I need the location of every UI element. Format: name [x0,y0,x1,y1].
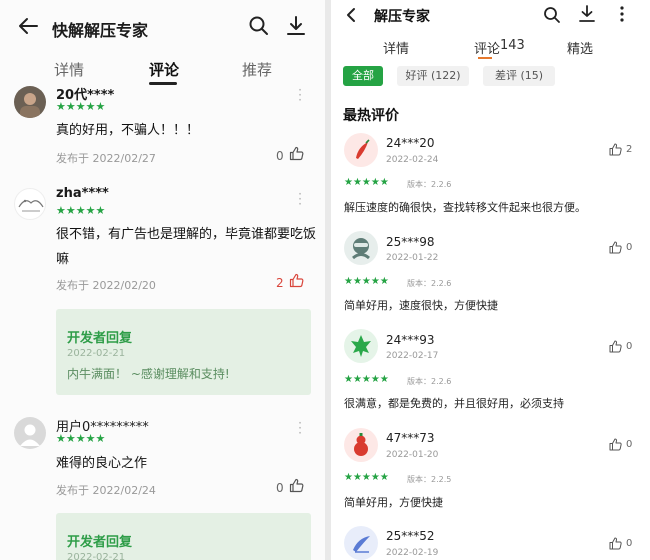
review-date: 2022-02-24 [386,155,439,165]
app-version: 版本：2.2.6 [407,180,452,189]
review-text: 很不错，有广告也是理解的，毕竟谁都要吃饭嘛 [56,227,317,267]
download-icon[interactable] [578,4,596,24]
tab-comments[interactable]: 评论 [149,59,179,80]
tab-featured[interactable]: 精选 [567,38,593,57]
search-icon[interactable] [543,6,561,24]
app-version: 版本：2.2.6 [407,279,452,288]
right-screen: 解压专家 详情 评论143 精选 全部 好评 (122) 差评 (15) 最热评… [331,0,650,560]
more-options-icon[interactable]: · · · [297,417,303,439]
developer-reply-title: 开发者回复 [67,535,133,550]
developer-reply-date: 2022-02-21 [67,552,126,560]
review-username: zha**** [56,186,109,201]
rating-stars: ★★★★★ [344,472,389,483]
avatar[interactable] [344,231,378,265]
like-count: 2 [276,276,284,290]
review-date: 2022-02-19 [386,548,439,558]
avatar[interactable] [14,188,46,220]
top-bar: 快解解压专家 [0,0,325,54]
review-username: 47***73 [386,431,435,445]
more-options-icon[interactable] [619,5,625,23]
download-icon[interactable] [286,15,306,37]
developer-reply-date: 2022-02-21 [67,348,126,359]
like-count: 0 [276,481,284,495]
avatar[interactable] [344,133,378,167]
like-count: 0 [276,149,284,163]
app-version: 版本：2.2.5 [407,475,452,484]
review-username: 24***93 [386,333,435,347]
like-count: 2 [626,144,633,155]
like-count: 0 [626,538,633,549]
rating-stars: ★★★★★ [56,100,106,113]
thumbs-up-icon[interactable] [609,537,622,550]
review-item: zha**** ★★★★★ 很不错，有广告也是理解的，毕竟谁都要吃饭嘛 发布于 … [0,186,325,296]
review-username: 25***98 [386,235,435,249]
review-text: 简单好用，方便快捷 [344,496,443,509]
app-version: 版本：2.2.6 [407,377,452,386]
developer-reply-text: 内牛满面！ ~感谢理解和支持! [67,367,230,381]
more-options-icon[interactable]: · · · [297,84,303,106]
filter-all[interactable]: 全部 [343,66,383,86]
review-item: 20代**** ★★★★★ 真的好用，不骗人！！！ 发布于 2022/02/27… [0,84,325,174]
review-date: 发布于 2022/02/27 [56,152,156,165]
back-arrow-icon[interactable] [345,7,357,23]
review-date: 2022-01-20 [386,450,439,460]
review-date: 发布于 2022/02/20 [56,279,156,292]
rating-stars: ★★★★★ [56,432,106,445]
tab-underline [478,57,492,59]
developer-reply-title: 开发者回复 [67,331,133,346]
review-text: 解压速度的确很快，查找转移文件起来也很方便。 [344,201,586,214]
review-date: 2022-02-17 [386,351,439,361]
review-date: 发布于 2022/02/24 [56,484,156,497]
left-screen: 快解解压专家 详情 评论 推荐 20代**** ★★★★★ 真的好用，不骗人！！… [0,0,325,560]
tab-details[interactable]: 详情 [383,38,409,57]
avatar[interactable] [344,526,378,560]
more-options-icon[interactable]: · · · [297,188,303,210]
app-title: 快解解压专家 [52,21,149,40]
rating-stars: ★★★★★ [344,177,389,188]
review-text: 很满意，都是免费的，并且很好用，必须支持 [344,397,564,410]
thumbs-up-icon[interactable] [289,273,304,288]
filter-negative[interactable]: 差评 (15) [483,66,555,86]
review-username: 24***20 [386,136,435,150]
section-title-hot-reviews: 最热评价 [343,108,399,124]
review-text: 真的好用，不骗人！！！ [56,123,200,138]
app-title: 解压专家 [374,9,430,25]
filter-positive[interactable]: 好评 (122) [397,66,469,86]
tab-recommend[interactable]: 推荐 [242,59,272,80]
review-text: 简单好用，速度很快，方便快捷 [344,299,498,312]
review-date: 2022-01-22 [386,253,439,263]
comment-count-badge: 143 [500,38,525,53]
rating-stars: ★★★★★ [344,374,389,385]
review-item: 用户0********* ★★★★★ 难得的良心之作 发布于 2022/02/2… [0,415,325,505]
like-count: 0 [626,439,633,450]
review-username: 25***52 [386,529,435,543]
tab-comments[interactable]: 评论143 [474,38,525,57]
thumbs-up-icon[interactable] [289,146,304,161]
avatar[interactable] [14,417,46,449]
rating-stars: ★★★★★ [344,276,389,287]
search-icon[interactable] [249,16,269,36]
review-text: 难得的良心之作 [56,456,148,471]
avatar[interactable] [344,329,378,363]
thumbs-up-icon[interactable] [609,438,622,451]
like-count: 0 [626,242,633,253]
thumbs-up-icon[interactable] [609,340,622,353]
rating-stars: ★★★★★ [56,204,106,217]
developer-reply: 开发者回复 2022-02-21 内牛满面！ ~感谢理解和支持! [56,309,311,395]
back-arrow-icon[interactable] [18,17,38,35]
thumbs-up-icon[interactable] [289,478,304,493]
thumbs-up-icon[interactable] [609,143,622,156]
thumbs-up-icon[interactable] [609,241,622,254]
avatar[interactable] [344,428,378,462]
like-count: 0 [626,341,633,352]
avatar[interactable] [14,86,46,118]
tab-details[interactable]: 详情 [54,59,84,80]
developer-reply: 开发者回复 2022-02-21 [56,513,311,560]
